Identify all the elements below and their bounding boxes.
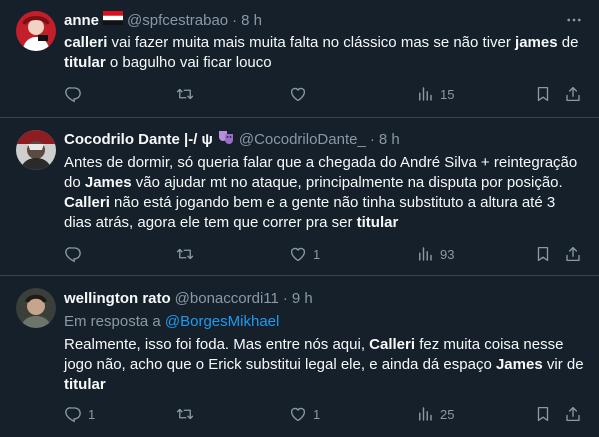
display-name[interactable]: Cocodrilo Dante |-/ ψ — [64, 131, 213, 148]
views-icon — [416, 85, 434, 103]
tweet[interactable]: anne @spfcestrabao · 8 h calleri vai faz… — [0, 0, 599, 118]
tweet-actions: 15 — [64, 85, 584, 105]
retweet-icon — [176, 245, 194, 263]
theater-masks-icon — [217, 129, 235, 149]
reply-icon — [64, 85, 82, 103]
bookmark-button[interactable] — [534, 245, 552, 263]
retweet-button[interactable] — [176, 85, 200, 103]
reply-button[interactable]: 1 — [64, 405, 95, 423]
reply-context: Em resposta a @BorgesMikhael — [64, 312, 279, 332]
view-count: 93 — [440, 246, 455, 262]
views-button[interactable]: 25 — [416, 405, 454, 423]
tweet-text: Realmente, isso foi foda. Mas entre nós … — [64, 335, 584, 395]
highlighted-keyword: titular — [356, 214, 399, 231]
share-button[interactable] — [564, 405, 582, 423]
highlighted-keyword: Calleri — [369, 336, 416, 353]
reply-count: 1 — [88, 406, 96, 422]
highlighted-keyword: calleri — [64, 34, 108, 51]
tweet-actions: 1 1 25 — [64, 405, 584, 425]
timestamp[interactable]: 8 h — [379, 131, 400, 148]
tweet-text-segment: não está jogando bem e a gente não tinha… — [64, 194, 556, 231]
handle[interactable]: @spfcestrabao — [127, 12, 228, 29]
reply-icon — [64, 245, 82, 263]
views-icon — [416, 405, 434, 423]
highlighted-keyword: titular — [64, 54, 106, 71]
like-button[interactable]: 1 — [289, 245, 320, 263]
reply-button[interactable] — [64, 245, 88, 263]
avatar[interactable] — [16, 130, 56, 170]
views-button[interactable]: 93 — [416, 245, 454, 263]
tweet-text-segment: Realmente, isso foi foda. Mas entre nós … — [64, 336, 370, 353]
views-icon — [416, 245, 434, 263]
like-icon — [289, 85, 307, 103]
timestamp[interactable]: 9 h — [292, 290, 313, 307]
separator: · — [369, 130, 375, 148]
retweet-button[interactable] — [176, 245, 200, 263]
tweet-text-segment: o bagulho vai ficar louco — [105, 54, 272, 71]
timestamp[interactable]: 8 h — [241, 12, 262, 29]
tweet-text: Antes de dormir, só queria falar que a c… — [64, 153, 584, 233]
bookmark-icon — [534, 405, 552, 423]
like-count: 1 — [313, 246, 321, 262]
highlighted-keyword: james — [515, 34, 558, 51]
bookmark-icon — [534, 245, 552, 263]
like-button[interactable] — [289, 85, 313, 103]
reply-prefix: Em resposta a — [64, 313, 161, 330]
reply-button[interactable] — [64, 85, 88, 103]
tweet-actions: 1 93 — [64, 245, 584, 265]
tweet-header: anne @spfcestrabao · 8 h — [64, 10, 262, 30]
share-icon — [564, 85, 582, 103]
avatar[interactable] — [16, 11, 56, 51]
like-button[interactable]: 1 — [289, 405, 320, 423]
avatar[interactable] — [16, 288, 56, 328]
tweet-text-segment: vão ajudar mt no ataque, principalmente … — [131, 174, 563, 191]
views-button[interactable]: 15 — [416, 85, 454, 103]
tweet-header: Cocodrilo Dante |-/ ψ @CocodriloDante_ ·… — [64, 129, 400, 149]
more-icon[interactable] — [565, 11, 583, 29]
flag-icon — [103, 11, 124, 29]
retweet-icon — [176, 405, 194, 423]
tweet[interactable]: wellington rato @bonaccordi11 · 9 h Em r… — [0, 276, 599, 437]
tweet-text-segment: vai fazer muita mais muita falta no clás… — [107, 34, 516, 51]
view-count: 25 — [440, 406, 455, 422]
share-button[interactable] — [564, 245, 582, 263]
highlighted-keyword: titular — [64, 376, 106, 393]
bookmark-button[interactable] — [534, 85, 552, 103]
highlighted-keyword: James — [84, 174, 132, 191]
separator: · — [232, 11, 238, 29]
reply-to-link[interactable]: @BorgesMikhael — [165, 313, 279, 330]
handle[interactable]: @CocodriloDante_ — [239, 131, 366, 148]
tweet[interactable]: Cocodrilo Dante |-/ ψ @CocodriloDante_ ·… — [0, 118, 599, 276]
share-icon — [564, 245, 582, 263]
retweet-button[interactable] — [176, 405, 200, 423]
share-button[interactable] — [564, 85, 582, 103]
reply-icon — [64, 405, 82, 423]
retweet-icon — [176, 85, 194, 103]
tweet-text-segment: de — [557, 34, 579, 51]
highlighted-keyword: Calleri — [64, 194, 110, 211]
bookmark-icon — [534, 85, 552, 103]
display-name[interactable]: wellington rato — [64, 290, 171, 307]
handle[interactable]: @bonaccordi11 — [175, 290, 279, 307]
display-name[interactable]: anne — [64, 12, 99, 29]
highlighted-keyword: James — [495, 356, 543, 373]
view-count: 15 — [440, 86, 455, 102]
like-icon — [289, 405, 307, 423]
tweet-text-segment: vir de — [542, 356, 584, 373]
tweet-text: calleri vai fazer muita mais muita falta… — [64, 33, 584, 73]
share-icon — [564, 405, 582, 423]
separator: · — [282, 289, 288, 307]
tweet-header: wellington rato @bonaccordi11 · 9 h — [64, 288, 313, 308]
bookmark-button[interactable] — [534, 405, 552, 423]
like-icon — [289, 245, 307, 263]
like-count: 1 — [313, 406, 321, 422]
